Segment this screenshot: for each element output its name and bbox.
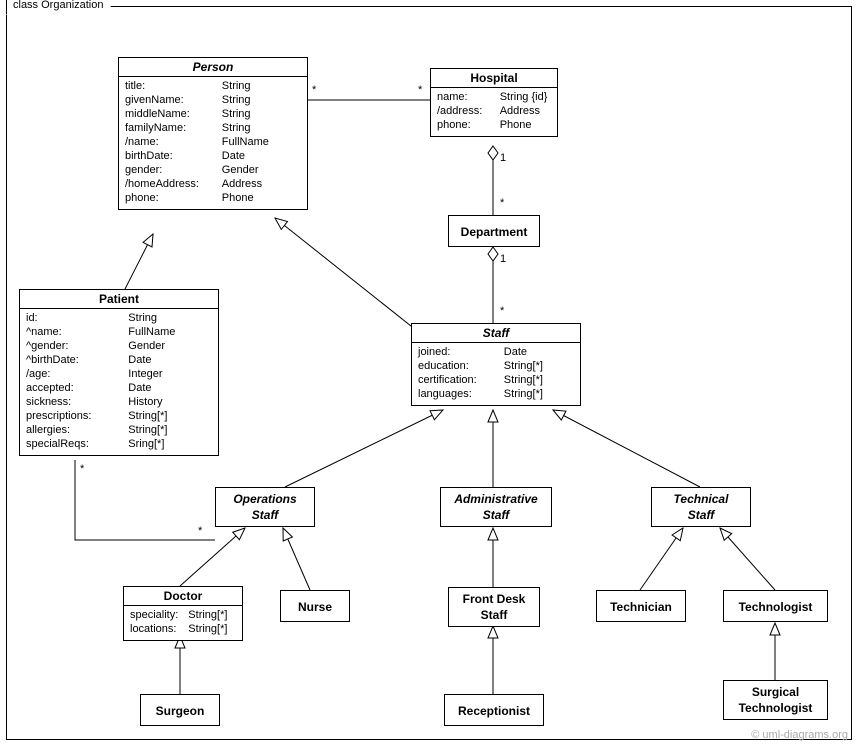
class-title: Receptionist xyxy=(445,695,543,727)
class-nurse: Nurse xyxy=(280,590,350,622)
class-title: Surgical Technologist xyxy=(724,681,827,718)
mult-hosp-dept-n: * xyxy=(500,197,504,209)
class-title: Hospital xyxy=(431,69,557,88)
class-title: Doctor xyxy=(124,587,242,606)
class-attrs: speciality:String[*] locations:String[*] xyxy=(124,606,242,640)
class-surgeon: Surgeon xyxy=(140,694,220,726)
class-operations-staff: Operations Staff xyxy=(215,487,315,527)
class-technical-staff: Technical Staff xyxy=(651,487,751,527)
class-attrs: joined:Date education:String[*] certific… xyxy=(412,343,580,405)
class-technologist: Technologist xyxy=(723,590,828,622)
class-title: Surgeon xyxy=(141,695,219,727)
mult-pat-ops-l: * xyxy=(80,463,84,475)
mult-pat-ops-r: * xyxy=(198,525,202,537)
class-receptionist: Receptionist xyxy=(444,694,544,726)
class-title: Front Desk Staff xyxy=(449,588,539,625)
class-title: Patient xyxy=(20,290,218,309)
class-title: Department xyxy=(449,216,539,248)
class-person: Person title:String givenName:String mid… xyxy=(118,57,308,210)
class-technician: Technician xyxy=(596,590,686,622)
class-title: Technical Staff xyxy=(652,488,750,525)
class-title: Administrative Staff xyxy=(441,488,551,525)
mult-dept-staff-n: * xyxy=(500,305,504,317)
class-attrs: title:String givenName:String middleName… xyxy=(119,77,307,209)
class-patient: Patient id:String ^name:FullName ^gender… xyxy=(19,289,219,456)
mult-hosp-dept-1: 1 xyxy=(500,152,506,164)
class-hospital: Hospital name:String {id} /address:Addre… xyxy=(430,68,558,137)
class-surgical-technologist: Surgical Technologist xyxy=(723,680,828,720)
class-title: Operations Staff xyxy=(216,488,314,525)
class-attrs: name:String {id} /address:Address phone:… xyxy=(431,88,557,136)
frame-label: class Organization xyxy=(6,0,115,15)
class-attrs: id:String ^name:FullName ^gender:Gender … xyxy=(20,309,218,455)
class-front-desk-staff: Front Desk Staff xyxy=(448,587,540,627)
class-title: Staff xyxy=(412,324,580,343)
class-title: Technologist xyxy=(724,591,827,623)
mult-person-hosp-l: * xyxy=(312,84,316,96)
class-title: Technician xyxy=(597,591,685,623)
class-title: Nurse xyxy=(281,591,349,623)
mult-person-hosp-r: * xyxy=(418,84,422,96)
uml-canvas: class Organization xyxy=(0,0,860,747)
class-staff: Staff joined:Date education:String[*] ce… xyxy=(411,323,581,406)
class-department: Department xyxy=(448,215,540,247)
watermark: © uml-diagrams.org xyxy=(751,729,848,741)
mult-dept-staff-1: 1 xyxy=(500,253,506,265)
class-doctor: Doctor speciality:String[*] locations:St… xyxy=(123,586,243,641)
class-administrative-staff: Administrative Staff xyxy=(440,487,552,527)
class-title: Person xyxy=(119,58,307,77)
